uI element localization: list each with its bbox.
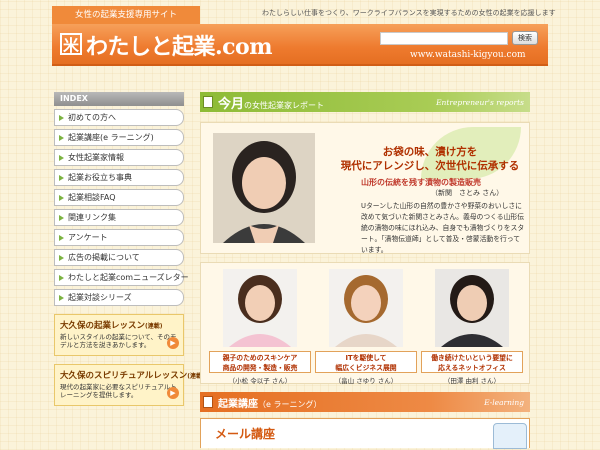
sidebar-item-links[interactable]: 関連リンク集 xyxy=(54,209,184,226)
featured-name: （新関 さとみ さん） xyxy=(431,189,504,197)
logo-mark-icon[interactable]: 米 xyxy=(60,33,82,55)
mail-course-box[interactable]: メール講座 xyxy=(200,418,530,449)
elearning-section-title: 起業講座（e ラーニング） xyxy=(218,399,322,410)
sidebar-item-faq[interactable]: 起業相談FAQ xyxy=(54,189,184,206)
search-button[interactable]: 検索 xyxy=(512,31,538,45)
site-url: www.watashi-kigyou.com xyxy=(410,50,526,60)
entrepreneur-name: （小松 令以子 さん） xyxy=(228,377,292,385)
main-content: 今月の女性起業家レポート Entrepreneur's reports お袋の味… xyxy=(200,92,530,449)
promo-spiritual[interactable]: 大久保のスピリチュアルレッスン(連載) 現代の起業家に必要なスピリチュアルトレー… xyxy=(54,364,205,406)
sidebar-item-dialogue[interactable]: 起業対談シリーズ xyxy=(54,289,184,306)
sidebar-item-elearning[interactable]: 起業講座(e ラーニング) xyxy=(54,129,184,146)
index-header: INDEX xyxy=(54,92,184,106)
site-tagline: わたしらしい仕事をつくり、ワークライフバランスを実現するための女性の起業を応援し… xyxy=(262,9,556,17)
report-section-header: 今月の女性起業家レポート Entrepreneur's reports xyxy=(200,92,530,112)
featured-subtitle: 山形の伝統を残す漬物の製造販売 xyxy=(361,178,481,187)
document-icon xyxy=(203,396,213,408)
entrepreneur-name: （畠山 さゆり さん） xyxy=(334,377,398,385)
promo-lesson[interactable]: 大久保の起業レッスン(連載) 新しいスタイルの起業について、そのモデルと方法を説… xyxy=(54,314,184,356)
site-tagline-tab: 女性の起業支援専用サイト xyxy=(52,6,200,24)
report-section-subtitle: Entrepreneur's reports xyxy=(436,98,524,107)
featured-report[interactable]: お袋の味、漬け方を 現代にアレンジし、次世代に伝承する 山形の伝統を残す漬物の製… xyxy=(200,122,530,254)
portrait[interactable] xyxy=(435,269,509,347)
entrepreneur-card[interactable]: ITを駆使して 幅広くビジネス展開 （畠山 さゆり さん） xyxy=(315,269,417,385)
sidebar-item-beginners[interactable]: 初めての方へ xyxy=(54,109,184,126)
elearning-section-header: 起業講座（e ラーニング） E-learning xyxy=(200,392,530,412)
header-banner: 米 わたしと起業.com 検索 www.watashi-kigyou.com xyxy=(52,24,548,66)
header: 女性の起業支援専用サイト わたしらしい仕事をつくり、ワークライフバランスを実現す… xyxy=(52,0,556,68)
elearning-section-subtitle: E-learning xyxy=(484,398,524,407)
site-logo[interactable]: わたしと起業.com xyxy=(86,29,273,61)
report-section-title: 今月の女性起業家レポート xyxy=(218,97,325,112)
search-input[interactable] xyxy=(380,32,508,45)
arrow-right-icon[interactable]: ▶ xyxy=(167,387,179,399)
arrow-right-icon[interactable]: ▶ xyxy=(167,337,179,349)
mail-course-title[interactable]: メール講座 xyxy=(215,425,275,442)
sidebar-item-encyclopedia[interactable]: 起業お役立ち事典 xyxy=(54,169,184,186)
mail-icon xyxy=(493,423,527,449)
document-icon xyxy=(203,96,213,108)
sidebar-item-advertising[interactable]: 広告の掲載について xyxy=(54,249,184,266)
entrepreneur-list: 親子のためのスキンケア 商品の開発・製造・販売 （小松 令以子 さん） ITを駆使… xyxy=(200,262,530,385)
entrepreneur-caption: 親子のためのスキンケア 商品の開発・製造・販売 xyxy=(209,351,311,373)
promo-desc: 新しいスタイルの起業について、そのモデルと方法を説きあかします。 xyxy=(60,333,177,349)
promo-title: 大久保のスピリチュアルレッスン(連載) xyxy=(60,371,205,381)
entrepreneur-caption: ITを駆使して 幅広くビジネス展開 xyxy=(315,351,417,373)
entrepreneur-card[interactable]: 働き続けたいという要望に 応えるネットオフィス （田澤 由利 さん） xyxy=(421,269,523,385)
featured-description: Uターンした山形の自然の豊かさや野菜のおいしさに改めて気づいた新関さとみさん。義… xyxy=(361,202,525,254)
promo-desc: 現代の起業家に必要なスピリチュアルトレーニングを提供します。 xyxy=(60,383,177,399)
entrepreneur-caption: 働き続けたいという要望に 応えるネットオフィス xyxy=(421,351,523,373)
promo-title: 大久保の起業レッスン(連載) xyxy=(60,321,163,331)
sidebar: INDEX 初めての方へ 起業講座(e ラーニング) 女性起業家情報 起業お役立… xyxy=(54,92,205,406)
featured-portrait[interactable] xyxy=(213,133,315,243)
entrepreneur-card[interactable]: 親子のためのスキンケア 商品の開発・製造・販売 （小松 令以子 さん） xyxy=(209,269,311,385)
sidebar-item-entrepreneur-info[interactable]: 女性起業家情報 xyxy=(54,149,184,166)
sidebar-item-newsletter[interactable]: わたしと起業comニューズレター xyxy=(54,269,189,286)
page: 女性の起業支援専用サイト わたしらしい仕事をつくり、ワークライフバランスを実現す… xyxy=(52,0,556,450)
featured-headline: お袋の味、漬け方を 現代にアレンジし、次世代に伝承する xyxy=(340,146,520,172)
portrait[interactable] xyxy=(223,269,297,347)
entrepreneur-name: （田澤 由利 さん） xyxy=(443,377,501,385)
sidebar-item-survey[interactable]: アンケート xyxy=(54,229,184,246)
portrait[interactable] xyxy=(329,269,403,347)
